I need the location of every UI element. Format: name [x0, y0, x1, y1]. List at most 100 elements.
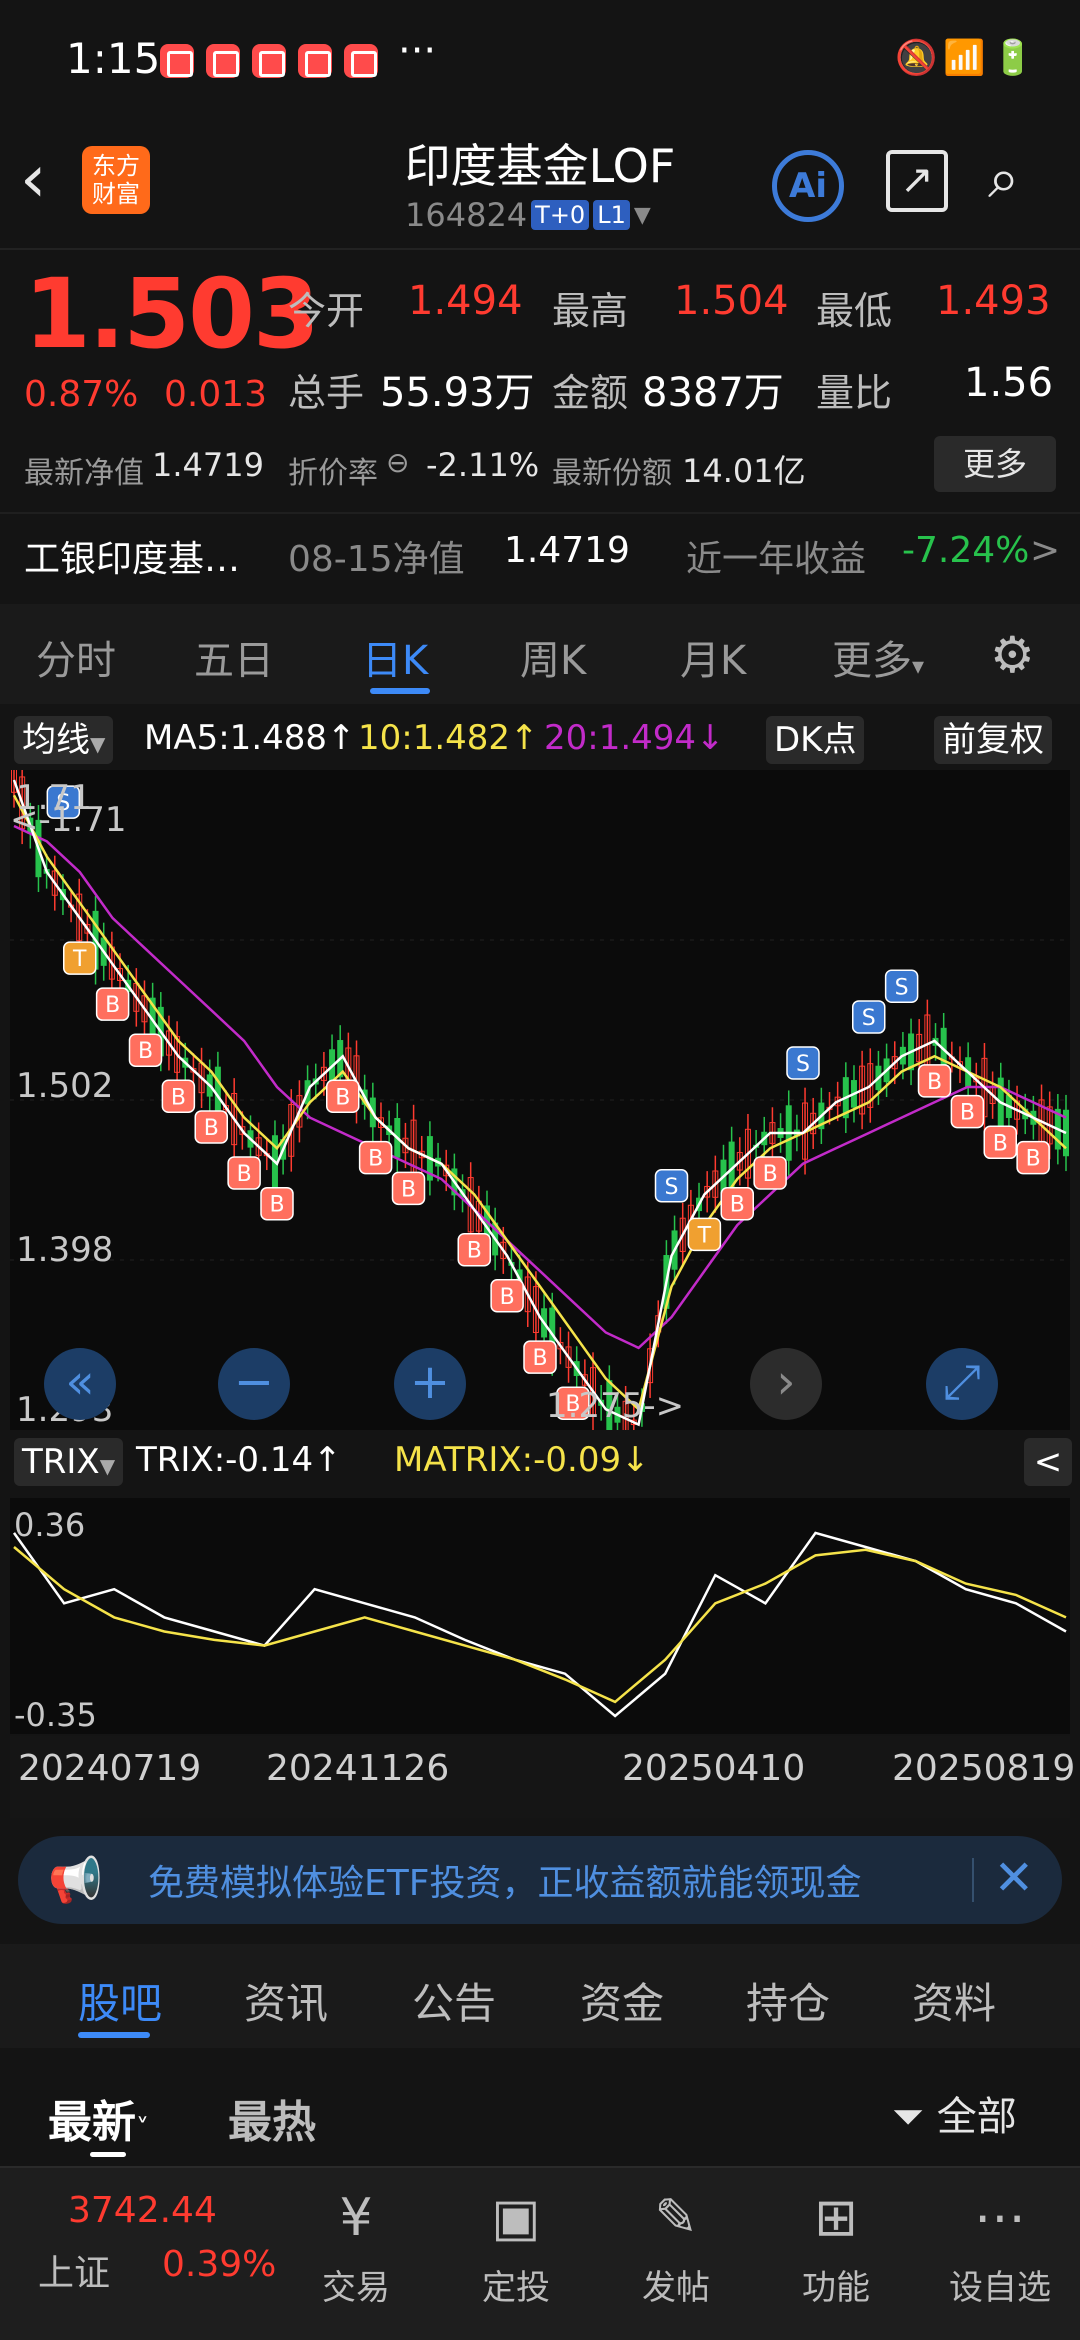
marker-letter: B — [993, 1131, 1008, 1156]
status-time: 1:15 — [66, 34, 161, 83]
discount-value: -2.11% — [426, 446, 540, 484]
buy-marker: B — [95, 987, 130, 1021]
marker-letter: B — [138, 1039, 153, 1064]
chevron-down-icon: ˅ — [136, 2114, 149, 2144]
divider — [0, 248, 1080, 250]
ma20-value: 20:1.494↓ — [544, 718, 725, 758]
ai-assistant-icon[interactable]: Ai — [772, 150, 844, 222]
zoom-in-icon[interactable]: + — [394, 1348, 466, 1420]
tab-intraday[interactable]: 分时 — [36, 628, 116, 686]
tab-weekly-k[interactable]: 周K — [520, 628, 586, 686]
notification-icon — [252, 44, 286, 78]
scroll-left-icon[interactable]: « — [44, 1348, 116, 1420]
nav-label: 最新净值 — [24, 456, 144, 491]
back-icon[interactable]: ‹ — [20, 146, 90, 216]
sell-marker: S — [852, 1000, 886, 1034]
x-tick-label: 20240719 — [18, 1748, 202, 1789]
tab-more[interactable]: 更多▾ — [832, 628, 924, 686]
marker-letter: B — [171, 1085, 186, 1110]
nav-invest-plan[interactable]: ▣ 定投 — [456, 2166, 576, 2340]
volume-label: 总手 — [288, 371, 365, 415]
trix-selector[interactable]: TRIX▼ — [14, 1438, 124, 1486]
nav-post[interactable]: ✎ 发帖 — [616, 2166, 736, 2340]
sort-latest[interactable]: 最新˅ — [48, 2086, 149, 2150]
marker-letter: T — [697, 1223, 712, 1248]
ma-selector-label: 均线 — [22, 720, 90, 760]
ma-selector[interactable]: 均线▼ — [14, 716, 114, 764]
x-tick-label: 20250410 — [622, 1748, 806, 1789]
nav-post-label: 发帖 — [642, 2268, 710, 2308]
marker-letter: B — [335, 1085, 350, 1110]
index-value[interactable]: 3742.44 — [68, 2190, 217, 2231]
collapse-button[interactable]: < — [1024, 1438, 1072, 1486]
chevron-right-icon[interactable]: > — [1030, 530, 1060, 571]
x-tick-label: 20250819 — [892, 1748, 1076, 1789]
chart-calendar-icon: ▣ — [491, 2188, 541, 2248]
nav-add-watchlist-label: 设自选 — [949, 2268, 1051, 2308]
yuan-trade-icon: ¥ — [339, 2188, 373, 2248]
banner-text[interactable]: 免费模拟体验ETF投资，正收益额就能领现金 — [148, 1854, 861, 1906]
app-header: 印度基金LOF ‹ 东方财富 164824 T+0 L1 ▼ Ai ↗ ⌕ — [0, 120, 1080, 250]
related-return-value: -7.24% — [902, 530, 1030, 571]
nav-functions-label: 功能 — [802, 2268, 870, 2308]
trix-selector-label: TRIX — [22, 1442, 100, 1482]
adjust-button[interactable]: 前复权 — [934, 716, 1052, 764]
tab-announcements[interactable]: 公告 — [412, 1970, 496, 2031]
nav-trade[interactable]: ¥ 交易 — [296, 2166, 416, 2340]
k-line-chart[interactable]: SSTBBBBBBBBBBBBBBBSTBBSSSBBBB — [10, 770, 1070, 1430]
open-value: 1.494 — [408, 278, 523, 324]
tab-daily-k[interactable]: 日K — [362, 628, 428, 686]
share-icon[interactable]: ↗ — [886, 150, 948, 212]
scroll-right-icon[interactable]: › — [750, 1348, 822, 1420]
info-icon[interactable]: ⊖ — [386, 446, 409, 479]
tab-five-day[interactable]: 五日 — [194, 628, 274, 686]
ma5-value: MA5:1.488↑ — [144, 718, 356, 758]
system-icons: 🔕📶🔋 — [895, 38, 1040, 78]
tab-more-label: 更多 — [832, 638, 912, 684]
tab-news[interactable]: 资讯 — [244, 1970, 328, 2031]
marker-letter: B — [368, 1147, 383, 1172]
matrix-value: MATRIX:-0.09↓ — [394, 1440, 650, 1480]
ma10-value: 10:1.482↑ — [358, 718, 539, 758]
fullscreen-icon[interactable]: ⤢ — [926, 1348, 998, 1420]
tab-holdings[interactable]: 持仓 — [746, 1970, 830, 2031]
tab-monthly-k[interactable]: 月K — [680, 628, 746, 686]
index-name[interactable]: 上证 — [38, 2244, 110, 2296]
buy-marker: B — [260, 1186, 294, 1221]
buy-marker: B — [391, 1171, 426, 1206]
low-label: 最低 — [816, 289, 893, 333]
fund-code-row[interactable]: 164824 T+0 L1 ▼ — [405, 196, 651, 234]
sell-marker: S — [884, 969, 919, 1004]
more-button[interactable]: 更多 — [934, 436, 1056, 492]
filter-icon: ⏷ — [892, 2094, 924, 2140]
marker-letter: B — [532, 1346, 547, 1371]
megaphone-icon: 📢 — [48, 1855, 103, 1906]
tab-capital[interactable]: 资金 — [580, 1970, 664, 2031]
filter-button[interactable]: ⏷ 全部 — [892, 2084, 1017, 2142]
nav-functions[interactable]: ⊞ 功能 — [776, 2166, 896, 2340]
amount-value: 8387万 — [642, 370, 784, 416]
index-change[interactable]: 0.39% — [162, 2244, 276, 2285]
sort-hot[interactable]: 最热 — [228, 2086, 316, 2150]
related-return-label: 近一年收益 — [686, 539, 867, 580]
close-icon[interactable]: ✕ — [994, 1850, 1034, 1906]
sort-latest-label: 最新 — [48, 2097, 136, 2148]
status-bar: 1:15 ··· 🔕📶🔋 — [0, 0, 1080, 120]
dk-button[interactable]: DK点 — [766, 716, 865, 764]
search-icon[interactable]: ⌕ — [988, 146, 1019, 212]
gear-icon[interactable]: ⚙ — [990, 626, 1035, 684]
zoom-out-icon[interactable]: − — [218, 1348, 290, 1420]
min-price-label: 1.275-> — [546, 1386, 685, 1426]
notification-icon — [206, 44, 240, 78]
related-fund-name[interactable]: 工银印度基… — [24, 530, 240, 582]
nav-add-watchlist[interactable]: ⋯ 设自选 — [940, 2166, 1060, 2340]
marker-letter: T — [72, 947, 87, 972]
related-nav-value: 1.4719 — [504, 530, 630, 571]
trix-value: TRIX:-0.14↑ — [136, 1440, 342, 1480]
tab-profile[interactable]: 资料 — [912, 1970, 996, 2031]
marker-letter: B — [237, 1162, 252, 1187]
tab-forum[interactable]: 股吧 — [78, 1970, 162, 2031]
promo-banner[interactable]: 📢 免费模拟体验ETF投资，正收益额就能领现金 ✕ — [18, 1836, 1062, 1924]
more-icon: ⋯ — [974, 2188, 1026, 2248]
notification-icon — [160, 44, 194, 78]
